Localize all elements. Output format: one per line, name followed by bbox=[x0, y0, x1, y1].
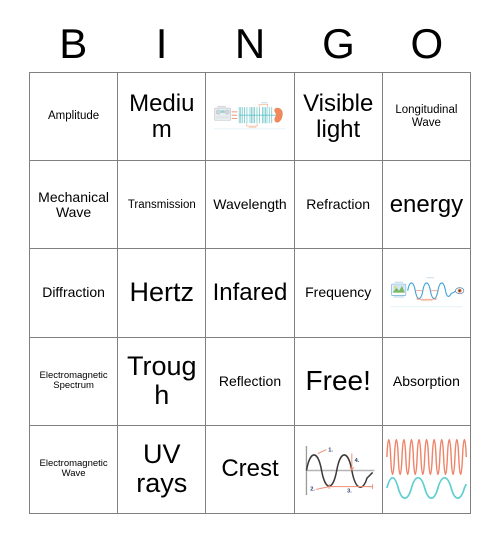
bingo-cell-r4c5[interactable]: Absorption bbox=[382, 337, 471, 426]
bingo-cell-r4c3[interactable]: Reflection bbox=[206, 337, 295, 426]
bingo-cell-r1c5[interactable]: Longitudinal Wave bbox=[382, 73, 471, 162]
header-letter-n: N bbox=[234, 20, 266, 67]
bingo-cell-label: Refraction bbox=[306, 196, 371, 213]
bingo-cell-label: Diffraction bbox=[42, 284, 105, 301]
bingo-cell-label: Infared bbox=[212, 279, 288, 307]
header-letter-g: G bbox=[322, 20, 355, 67]
bingo-cell-label: Amplitude bbox=[48, 110, 100, 123]
high-vs-low-frequency-wave-diagram bbox=[385, 428, 468, 511]
bingo-cell-label: Wavelength bbox=[213, 196, 287, 213]
bingo-cell-r5c5[interactable] bbox=[382, 425, 471, 514]
bingo-cell-r4c1[interactable]: Electromagnetic Spectrum bbox=[30, 337, 119, 426]
bingo-cell-label: Mechanical Wave bbox=[38, 188, 109, 220]
svg-text:3.: 3. bbox=[347, 488, 352, 494]
bingo-cell-r2c2[interactable]: Transmission bbox=[118, 161, 207, 250]
bingo-cell-label: Visible light bbox=[303, 89, 374, 143]
bingo-cell-r2c5[interactable]: energy bbox=[382, 161, 471, 250]
bingo-cell-r1c3[interactable] bbox=[206, 73, 295, 162]
svg-text:1.: 1. bbox=[328, 447, 333, 453]
bingo-header: B I N G O bbox=[29, 16, 471, 72]
bingo-cell-r1c4[interactable]: Visible light bbox=[294, 73, 383, 162]
bingo-cell-label: Trough bbox=[127, 351, 197, 411]
bingo-cell-label: Crest bbox=[221, 455, 279, 483]
labeled-wave-parts-diagram: 1. 2. 3. 4. bbox=[297, 428, 380, 511]
svg-text:4.: 4. bbox=[354, 458, 359, 464]
bingo-cell-r3c4[interactable]: Frequency bbox=[294, 249, 383, 338]
bingo-cell-label: Reflection bbox=[218, 372, 282, 389]
bingo-card: B I N G O Amplitude Medium Visible light… bbox=[0, 0, 500, 544]
bingo-grid: Amplitude Medium Visible light Longitudi… bbox=[29, 72, 471, 514]
bingo-cell-label: Medium bbox=[129, 89, 195, 143]
bingo-cell-r2c4[interactable]: Refraction bbox=[294, 161, 383, 250]
bingo-cell-r3c1[interactable]: Diffraction bbox=[30, 249, 119, 338]
bingo-cell-label: energy bbox=[389, 190, 464, 218]
bingo-cell-r3c5[interactable] bbox=[382, 249, 471, 338]
bingo-cell-r2c3[interactable]: Wavelength bbox=[206, 161, 295, 250]
header-letter-b: B bbox=[59, 20, 88, 67]
bingo-cell-label: Absorption bbox=[392, 372, 460, 389]
bingo-cell-r5c1[interactable]: Electromagnetic Wave bbox=[30, 425, 119, 514]
bingo-cell-label: UV rays bbox=[136, 439, 188, 499]
bingo-cell-r3c2[interactable]: Hertz bbox=[118, 249, 207, 338]
header-letter-o: O bbox=[410, 20, 444, 67]
bingo-cell-label: Frequency bbox=[305, 284, 372, 301]
bingo-cell-r1c1[interactable]: Amplitude bbox=[30, 73, 119, 162]
bingo-cell-r2c1[interactable]: Mechanical Wave bbox=[30, 161, 119, 250]
bingo-cell-r3c3[interactable]: Infared bbox=[206, 249, 295, 338]
bingo-cell-r5c2[interactable]: UV rays bbox=[118, 425, 207, 514]
bingo-cell-label: Hertz bbox=[129, 277, 195, 308]
bingo-cell-label: Free! bbox=[305, 365, 371, 397]
bingo-cell-label: Transmission bbox=[127, 198, 196, 211]
bingo-cell-r5c3[interactable]: Crest bbox=[206, 425, 295, 514]
bingo-cell-label: Electromagnetic Spectrum bbox=[39, 369, 108, 392]
bingo-cell-r4c2[interactable]: Trough bbox=[118, 337, 207, 426]
bingo-cell-label: Longitudinal Wave bbox=[395, 104, 458, 129]
header-letter-i: I bbox=[155, 20, 168, 67]
bingo-cell-r1c2[interactable]: Medium bbox=[118, 73, 207, 162]
svg-text:2.: 2. bbox=[310, 486, 315, 492]
bingo-cell-r5c4[interactable]: 1. 2. 3. 4. bbox=[294, 425, 383, 514]
bingo-cell-free-space[interactable]: Free! bbox=[294, 337, 383, 426]
light-wave-screen-to-eye-diagram bbox=[385, 251, 468, 334]
bingo-cell-label: Electromagnetic Wave bbox=[39, 458, 108, 480]
sound-wave-boombox-to-ear-diagram bbox=[208, 75, 291, 158]
